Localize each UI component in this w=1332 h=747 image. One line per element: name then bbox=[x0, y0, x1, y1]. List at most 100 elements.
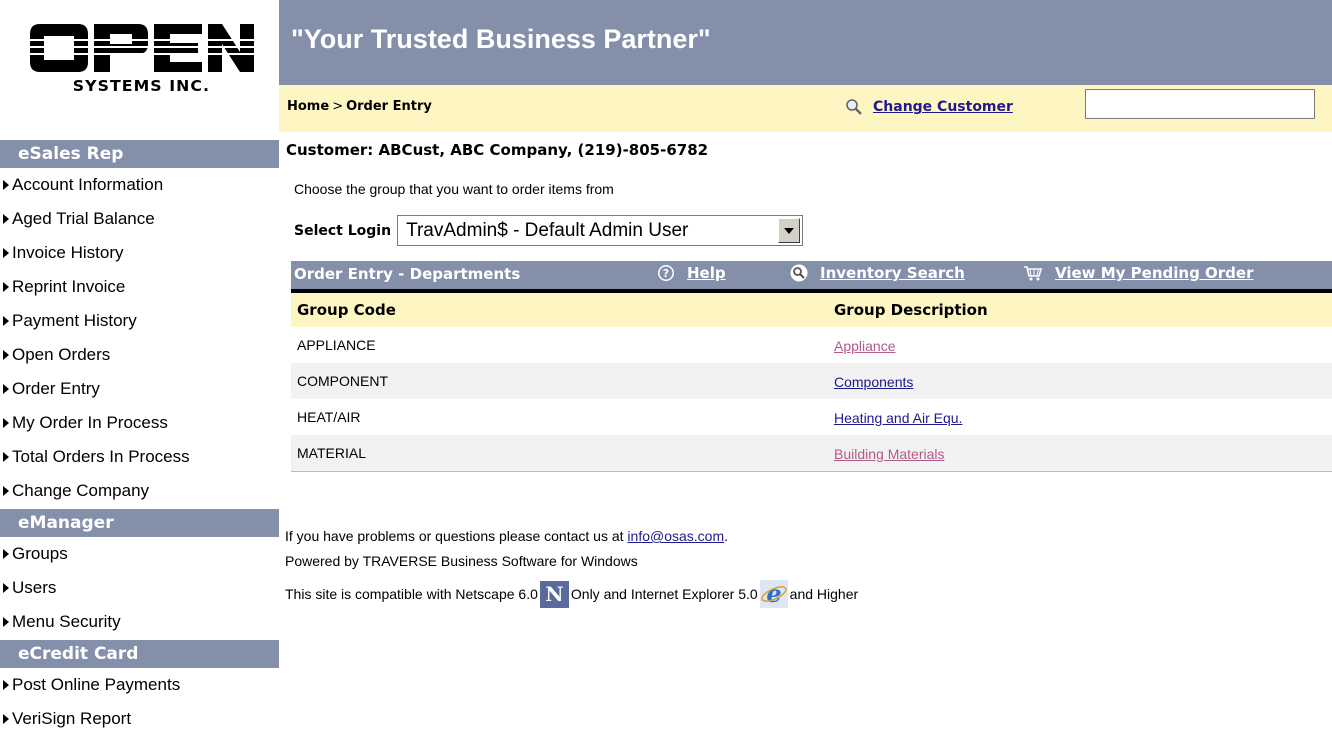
triangle-right-icon bbox=[3, 350, 9, 360]
triangle-right-icon bbox=[3, 316, 9, 326]
header-bar: "Your Trusted Business Partner" bbox=[279, 0, 1332, 85]
sidebar-item-label: Account Information bbox=[12, 175, 164, 194]
sidebar-item-order-entry[interactable]: Order Entry bbox=[0, 372, 279, 406]
table-row: APPLIANCE Appliance bbox=[291, 327, 1332, 363]
select-login-dropdown[interactable]: TravAdmin$ - Default Admin User bbox=[397, 215, 804, 246]
group-code: HEAT/AIR bbox=[297, 409, 361, 425]
triangle-right-icon bbox=[3, 680, 9, 690]
group-description-link[interactable]: Heating and Air Equ. bbox=[834, 410, 962, 426]
grid-title: Order Entry - Departments bbox=[294, 265, 521, 283]
sidebar-item-reprint-invoice[interactable]: Reprint Invoice bbox=[0, 270, 279, 304]
svg-text:?: ? bbox=[663, 267, 669, 280]
sidebar-item-open-orders[interactable]: Open Orders bbox=[0, 338, 279, 372]
sidebar-item-groups[interactable]: Groups bbox=[0, 537, 279, 571]
sidebar-item-label: Total Orders In Process bbox=[12, 447, 190, 466]
cart-icon bbox=[1024, 266, 1043, 281]
contact-email-link[interactable]: info@osas.com bbox=[627, 528, 724, 544]
sidebar-item-payment-history[interactable]: Payment History bbox=[0, 304, 279, 338]
triangle-right-icon bbox=[3, 549, 9, 559]
triangle-right-icon bbox=[3, 452, 9, 462]
triangle-right-icon bbox=[3, 384, 9, 394]
sidebar-item-label: Users bbox=[12, 578, 57, 597]
triangle-right-icon bbox=[3, 714, 9, 724]
triangle-right-icon bbox=[3, 180, 9, 190]
help-circle-icon: ? bbox=[658, 265, 674, 281]
breadcrumb-home[interactable]: Home bbox=[287, 99, 329, 114]
sidebar-item-label: Open Orders bbox=[12, 345, 111, 364]
inventory-search-label: Inventory Search bbox=[820, 264, 965, 282]
svg-text:e: e bbox=[766, 580, 781, 608]
select-login-label: Select Login bbox=[294, 222, 392, 239]
chevron-down-icon bbox=[784, 227, 795, 234]
triangle-right-icon bbox=[3, 486, 9, 496]
group-description-link[interactable]: Appliance bbox=[834, 338, 896, 354]
footer: If you have problems or questions please… bbox=[285, 524, 858, 614]
compat-text-ie: Only and Internet Explorer 5.0 bbox=[570, 585, 758, 602]
view-pending-order-label: View My Pending Order bbox=[1055, 264, 1254, 282]
sidebar-item-verisign-report[interactable]: VeriSign Report bbox=[0, 702, 279, 736]
view-pending-order-link[interactable]: View My Pending Order bbox=[1023, 264, 1254, 282]
group-code: APPLIANCE bbox=[297, 337, 376, 353]
grid-bottom-border bbox=[291, 471, 1332, 472]
triangle-right-icon bbox=[3, 583, 9, 593]
compat-text-higher: and Higher bbox=[789, 585, 859, 602]
breadcrumb-bar: Home > Order Entry Change Customer bbox=[279, 85, 1332, 132]
sidebar-item-label: Groups bbox=[12, 544, 68, 563]
table-row: HEAT/AIR Heating and Air Equ. bbox=[291, 399, 1332, 435]
sidebar-item-total-orders-in-process[interactable]: Total Orders In Process bbox=[0, 440, 279, 474]
table-row: MATERIAL Building Materials bbox=[291, 435, 1332, 471]
change-customer-link[interactable]: Change Customer bbox=[845, 94, 1013, 120]
netscape-logo-icon: N bbox=[539, 580, 569, 608]
sidebar-item-label: Order Entry bbox=[12, 379, 100, 398]
customer-search-input[interactable] bbox=[1085, 89, 1315, 119]
group-description-link[interactable]: Components bbox=[834, 374, 913, 390]
column-group-code: Group Code bbox=[297, 301, 396, 319]
sidebar-item-users[interactable]: Users bbox=[0, 571, 279, 605]
triangle-right-icon bbox=[3, 214, 9, 224]
compat-text-netscape: This site is compatible with Netscape 6.… bbox=[285, 585, 538, 602]
departments-grid: Order Entry - Departments ? Help Invento… bbox=[291, 261, 1332, 472]
triangle-right-icon bbox=[3, 617, 9, 627]
sidebar-item-label: Post Online Payments bbox=[12, 675, 181, 694]
breadcrumb: Home > Order Entry bbox=[287, 99, 432, 114]
sidebar-item-label: Payment History bbox=[12, 311, 137, 330]
triangle-right-icon bbox=[3, 282, 9, 292]
customer-info: Customer: ABCust, ABC Company, (219)-805… bbox=[286, 141, 709, 159]
contact-suffix: . bbox=[724, 528, 729, 544]
sidebar: eSales Rep Account Information Aged Tria… bbox=[0, 133, 279, 736]
group-code: MATERIAL bbox=[297, 445, 366, 461]
column-group-description: Group Description bbox=[834, 301, 988, 319]
grid-column-header: Group Code Group Description bbox=[291, 293, 1332, 327]
sidebar-item-label: Menu Security bbox=[12, 612, 121, 631]
sidebar-item-label: Invoice History bbox=[12, 243, 124, 262]
magnifier-icon bbox=[846, 99, 862, 115]
logo-subtitle: SYSTEMS INC. bbox=[72, 77, 211, 95]
breadcrumb-separator: > bbox=[332, 99, 344, 114]
select-login-value: TravAdmin$ - Default Admin User bbox=[406, 219, 689, 241]
sidebar-item-menu-security[interactable]: Menu Security bbox=[0, 605, 279, 639]
sidebar-item-post-online-payments[interactable]: Post Online Payments bbox=[0, 668, 279, 702]
inventory-search-link[interactable]: Inventory Search bbox=[790, 264, 965, 282]
sidebar-item-change-company[interactable]: Change Company bbox=[0, 474, 279, 508]
sidebar-item-invoice-history[interactable]: Invoice History bbox=[0, 236, 279, 270]
grid-header-bar: Order Entry - Departments ? Help Invento… bbox=[291, 261, 1332, 293]
dropdown-button[interactable] bbox=[778, 218, 801, 243]
change-customer-label[interactable]: Change Customer bbox=[873, 99, 1013, 115]
sidebar-item-aged-trial-balance[interactable]: Aged Trial Balance bbox=[0, 202, 279, 236]
table-row: COMPONENT Components bbox=[291, 363, 1332, 399]
help-link[interactable]: ? Help bbox=[657, 264, 726, 282]
breadcrumb-current: Order Entry bbox=[346, 99, 432, 114]
compatibility-line: This site is compatible with Netscape 6.… bbox=[285, 574, 858, 614]
instruction-text: Choose the group that you want to order … bbox=[294, 181, 614, 197]
sidebar-item-label: Change Company bbox=[12, 481, 150, 500]
group-description-link[interactable]: Building Materials bbox=[834, 446, 945, 462]
open-logo-icon bbox=[30, 24, 254, 72]
company-logo: SYSTEMS INC. bbox=[0, 0, 279, 133]
sidebar-item-label: Aged Trial Balance bbox=[12, 209, 155, 228]
triangle-right-icon bbox=[3, 248, 9, 258]
sidebar-item-account-information[interactable]: Account Information bbox=[0, 168, 279, 202]
triangle-right-icon bbox=[3, 418, 9, 428]
contact-line: If you have problems or questions please… bbox=[285, 524, 858, 549]
slogan: "Your Trusted Business Partner" bbox=[291, 24, 711, 54]
sidebar-item-my-order-in-process[interactable]: My Order In Process bbox=[0, 406, 279, 440]
